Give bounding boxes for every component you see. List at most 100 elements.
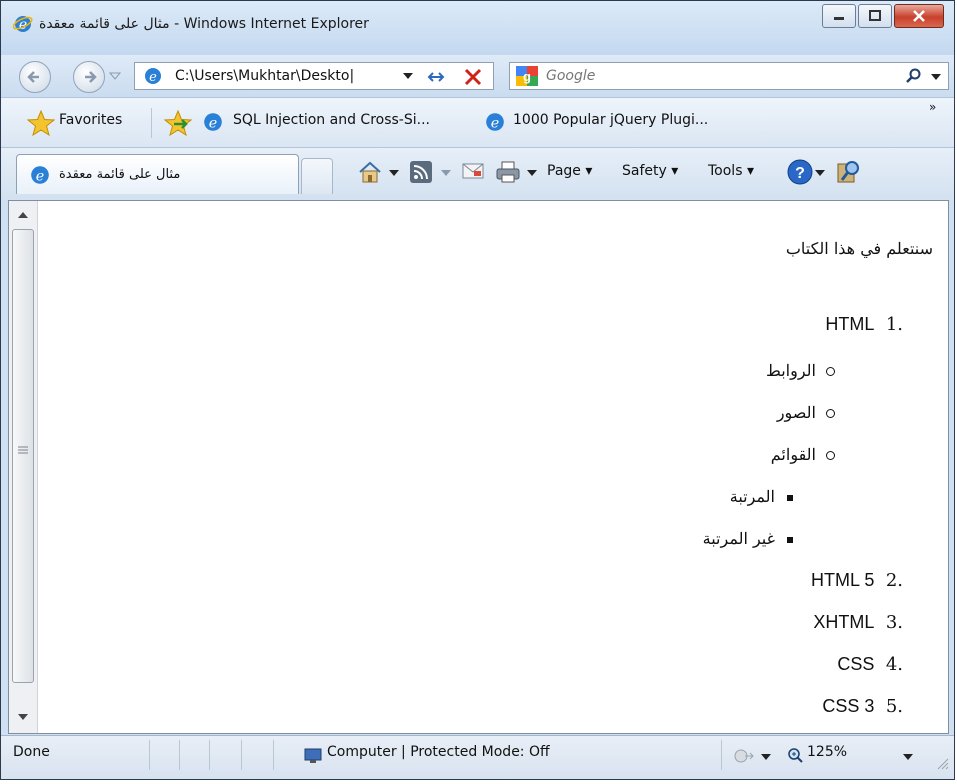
maximize-icon <box>869 10 881 21</box>
list-number: .4 <box>885 654 903 675</box>
zoom-icon <box>788 748 803 763</box>
list-item: .2 HTML 5 <box>811 570 903 591</box>
search-dropdown-icon[interactable] <box>930 73 942 81</box>
svg-text:e: e <box>491 116 499 132</box>
security-zone[interactable]: Computer | Protected Mode: Off <box>327 744 550 760</box>
list-item: .1 HTML <box>825 314 903 335</box>
home-dropdown-icon[interactable] <box>389 170 399 176</box>
scroll-up-arrow-icon[interactable] <box>17 211 29 219</box>
sublist-item: القوائم <box>771 445 835 464</box>
page-content-frame: سنتعلم في هذا الكتاب .1 HTML الروابط الص… <box>8 200 949 734</box>
ie-favorite-icon: e <box>486 113 504 132</box>
status-separator <box>179 740 180 770</box>
list-number: .1 <box>885 314 903 335</box>
search-icon[interactable] <box>906 68 922 84</box>
page-menu[interactable]: Page ▾ <box>547 163 592 179</box>
resize-grip-icon[interactable] <box>935 756 949 770</box>
svg-text:e: e <box>149 70 157 85</box>
mail-icon[interactable] <box>462 162 484 180</box>
close-button[interactable] <box>894 4 944 28</box>
favorites-star-icon <box>27 110 55 136</box>
window-controls <box>822 4 944 28</box>
favorites-separator <box>151 108 152 138</box>
favorites-bar: Favorites e SQL Injection and Cross-Si..… <box>1 97 954 148</box>
new-tab-button[interactable] <box>301 158 333 194</box>
recent-pages-dropdown-icon[interactable] <box>108 71 122 81</box>
tab-current[interactable]: e مثال على قائمة معقدة <box>16 154 299 194</box>
ie-favorite-icon: e <box>204 113 222 132</box>
svg-text:e: e <box>36 169 44 185</box>
minimize-icon <box>834 17 844 20</box>
svg-text:e: e <box>209 116 217 132</box>
forward-button[interactable] <box>73 61 105 93</box>
scroll-grip-icon <box>18 446 28 454</box>
list-label: HTML <box>825 314 875 334</box>
subsublist-label: المرتبة <box>729 487 775 506</box>
list-item: .5 CSS 3 <box>822 696 903 717</box>
minimize-button[interactable] <box>822 4 856 28</box>
favorites-overflow-button[interactable]: » <box>929 100 936 114</box>
maximize-button[interactable] <box>858 4 892 28</box>
circle-bullet-icon <box>826 409 835 418</box>
help-dropdown-icon[interactable] <box>815 170 825 176</box>
feeds-icon[interactable] <box>409 160 433 184</box>
status-separator <box>721 740 722 770</box>
address-toolbar: e C:\Users\Mukhtar\Deskto| g Google <box>1 55 954 97</box>
status-separator <box>209 740 210 770</box>
help-icon[interactable]: ? <box>786 158 814 186</box>
add-to-favorites-icon[interactable] <box>164 110 192 136</box>
tools-menu[interactable]: Tools ▾ <box>708 163 754 179</box>
rendered-page: سنتعلم في هذا الكتاب .1 HTML الروابط الص… <box>49 201 948 733</box>
ie-logo-icon: e <box>13 16 33 33</box>
square-bullet-icon <box>787 494 793 501</box>
print-dropdown-icon[interactable] <box>527 170 537 176</box>
tab-bar: e مثال على قائمة معقدة Page ▾ Safety ▾ T… <box>1 147 954 200</box>
square-bullet-icon <box>787 536 793 543</box>
status-bar: Done Computer | Protected Mode: Off 125% <box>1 735 954 779</box>
sublist-label: الروابط <box>766 361 816 380</box>
print-icon[interactable] <box>495 160 521 184</box>
address-dropdown-icon[interactable] <box>402 72 414 80</box>
list-label: CSS 3 <box>822 696 875 716</box>
search-placeholder: Google <box>546 68 596 84</box>
favorites-button[interactable]: Favorites <box>59 112 122 128</box>
scroll-down-arrow-icon[interactable] <box>17 713 29 721</box>
circle-bullet-icon <box>826 367 835 376</box>
back-arrow-icon <box>27 71 39 83</box>
status-separator <box>241 740 242 770</box>
scroll-thumb[interactable] <box>12 229 34 683</box>
status-dropdown-icon[interactable] <box>761 754 771 760</box>
stop-icon[interactable] <box>463 67 483 87</box>
page-icon: e <box>145 68 161 85</box>
list-number: .3 <box>885 612 903 633</box>
computer-zone-icon <box>304 748 322 763</box>
list-label: CSS <box>837 654 875 674</box>
status-separator <box>149 740 150 770</box>
subsublist-item: غير المرتبة <box>703 529 793 548</box>
refresh-icon[interactable] <box>425 68 449 86</box>
window-title: مثال على قائمة معقدة - Windows Internet … <box>39 16 369 32</box>
favorite-link-sql-injection[interactable]: SQL Injection and Cross-Si... <box>233 112 430 128</box>
svg-text:?: ? <box>795 165 805 182</box>
subsublist-item: المرتبة <box>730 487 793 506</box>
search-field[interactable]: g Google <box>509 62 949 90</box>
change-status-icon[interactable] <box>733 748 755 764</box>
status-separator <box>273 740 274 770</box>
research-icon[interactable] <box>834 158 862 186</box>
safety-menu[interactable]: Safety ▾ <box>622 163 678 179</box>
tab-title: مثال على قائمة معقدة <box>59 167 181 182</box>
svg-text:g: g <box>523 69 531 84</box>
sublist-item: الروابط <box>766 361 835 380</box>
address-field[interactable]: e C:\Users\Mukhtar\Deskto| <box>134 62 494 90</box>
zoom-dropdown-icon[interactable] <box>903 754 913 760</box>
list-label: HTML 5 <box>811 570 875 590</box>
address-url[interactable]: C:\Users\Mukhtar\Deskto| <box>175 68 354 84</box>
zoom-level[interactable]: 125% <box>807 744 847 760</box>
feeds-dropdown-icon[interactable] <box>441 170 451 176</box>
favorite-link-jquery-plugins[interactable]: 1000 Popular jQuery Plugi... <box>513 112 708 128</box>
vertical-scrollbar[interactable] <box>9 201 38 733</box>
tab-ie-icon: e <box>31 166 49 185</box>
intro-text: سنتعلم في هذا الكتاب <box>785 239 933 258</box>
back-button[interactable] <box>19 61 51 93</box>
home-icon[interactable] <box>357 160 383 184</box>
